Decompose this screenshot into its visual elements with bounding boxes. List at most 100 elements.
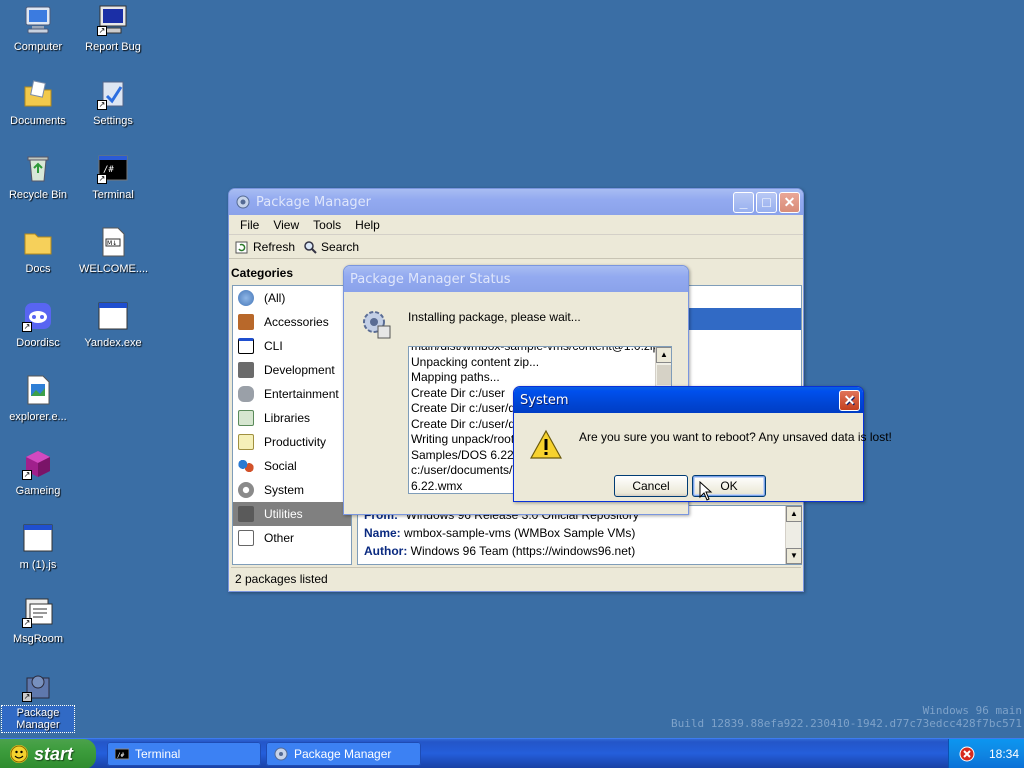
desktop-icon-label: Yandex.exe: [84, 337, 142, 349]
close-icon: ✕: [843, 391, 856, 408]
desktop-icon-settings[interactable]: ↗ Settings: [77, 78, 149, 128]
details-author: Author: Windows 96 Team (https://windows…: [358, 542, 801, 560]
category-libraries[interactable]: Libraries: [233, 406, 351, 430]
folder-icon: [22, 226, 54, 258]
category-social[interactable]: Social: [233, 454, 351, 478]
desktop-icon-msgroom[interactable]: ↗ MsgRoom: [2, 596, 74, 646]
error-notification-icon[interactable]: [959, 746, 975, 762]
taskbar-item-terminal[interactable]: /# Terminal: [107, 742, 261, 766]
smiley-icon: [10, 745, 28, 763]
desktop-icon-report-bug[interactable]: ↗ Report Bug: [77, 4, 149, 54]
cancel-button[interactable]: Cancel: [614, 475, 688, 497]
monitor-icon: ↗: [97, 4, 129, 36]
desktop-icon-doordisc[interactable]: ↗ Doordisc: [2, 300, 74, 350]
task-label: Package Manager: [294, 747, 392, 761]
desktop-icon-label: Settings: [93, 115, 133, 127]
category-system[interactable]: System: [233, 478, 351, 502]
start-button[interactable]: start: [0, 739, 96, 768]
details-scrollbar[interactable]: ▲ ▼: [785, 506, 802, 564]
category-other[interactable]: Other: [233, 526, 351, 550]
scroll-up-button[interactable]: ▲: [786, 506, 802, 522]
category-label: Development: [264, 363, 335, 377]
minimize-button[interactable]: _: [733, 191, 754, 213]
shortcut-arrow-icon: ↗: [22, 618, 32, 628]
image-file-icon: [22, 374, 54, 406]
documents-folder-icon: [22, 78, 54, 110]
desktop-icon-docs[interactable]: Docs: [2, 226, 74, 276]
category-label: CLI: [264, 339, 283, 353]
menu-tools[interactable]: Tools: [306, 218, 348, 232]
menu-help[interactable]: Help: [348, 218, 387, 232]
minimize-icon: _: [739, 193, 748, 210]
desktop-icon-explorer[interactable]: explorer.e...: [2, 374, 74, 424]
search-button[interactable]: Search: [301, 240, 365, 254]
close-icon: ✕: [783, 193, 796, 210]
author-label: Author:: [364, 544, 408, 558]
search-label: Search: [321, 239, 360, 254]
shortcut-arrow-icon: ↗: [97, 26, 107, 36]
status-message: Installing package, please wait...: [408, 310, 581, 324]
desktop-icon-label: Documents: [10, 115, 66, 127]
svg-text:M↓: M↓: [107, 240, 117, 247]
status-dialog-titlebar[interactable]: Package Manager Status: [344, 266, 688, 292]
desktop-icon-label: Report Bug: [85, 41, 141, 53]
desktop-icon-label: Doordisc: [16, 337, 60, 349]
desktop-icon-gameing[interactable]: ↗ Gameing: [2, 448, 74, 498]
category-label: Productivity: [264, 435, 327, 449]
desktop-icon-recycle-bin[interactable]: Recycle Bin: [2, 152, 74, 202]
package-manager-titlebar[interactable]: Package Manager _ □ ✕: [229, 189, 803, 215]
gear-icon: [238, 482, 254, 498]
desktop-icon-label: MsgRoom: [12, 633, 64, 645]
start-label: start: [34, 743, 74, 764]
desktop-icon-terminal[interactable]: /# ↗ Terminal: [77, 152, 149, 202]
menu-file[interactable]: File: [233, 218, 266, 232]
close-button[interactable]: ✕: [779, 191, 800, 213]
chat-icon: ↗: [22, 596, 54, 628]
desktop-icon-computer[interactable]: Computer: [2, 4, 74, 54]
category-cli[interactable]: CLI: [233, 334, 351, 358]
desktop-icon-label: explorer.e...: [9, 411, 67, 423]
shortcut-arrow-icon: ↗: [97, 100, 107, 110]
people-icon: [238, 458, 254, 474]
desktop-icon-yandex[interactable]: Yandex.exe: [77, 300, 149, 350]
close-button[interactable]: ✕: [839, 389, 860, 411]
desktop-icon-label: Package Manager: [1, 705, 75, 733]
system-dialog-titlebar[interactable]: System ✕: [514, 387, 863, 413]
category-all[interactable]: (All): [233, 286, 351, 310]
desktop-icon-m-js[interactable]: m (1).js: [2, 522, 74, 572]
watermark-line-1: Windows 96 main: [922, 704, 1022, 717]
package-manager-icon: ↗: [22, 670, 54, 702]
library-icon: [238, 410, 254, 426]
maximize-button[interactable]: □: [756, 191, 777, 213]
discord-icon: ↗: [22, 300, 54, 332]
category-development[interactable]: Development: [233, 358, 351, 382]
scroll-down-button[interactable]: ▼: [786, 548, 802, 564]
scroll-thumb[interactable]: [657, 365, 671, 385]
system-message: Are you sure you want to reboot? Any uns…: [579, 430, 892, 444]
menu-view[interactable]: View: [266, 218, 306, 232]
clock[interactable]: 18:34: [989, 747, 1019, 761]
name-value: wmbox-sample-vms (WMBox Sample VMs): [404, 526, 636, 540]
desktop-icon-documents[interactable]: Documents: [2, 78, 74, 128]
refresh-label: Refresh: [253, 239, 296, 254]
category-utilities[interactable]: Utilities: [233, 502, 351, 526]
gamepad-icon: [238, 386, 254, 402]
category-entertainment[interactable]: Entertainment: [233, 382, 351, 406]
desktop-icon-label: WELCOME....: [79, 263, 149, 275]
desktop-icon-package-manager[interactable]: ↗ Package Manager: [1, 670, 75, 733]
category-productivity[interactable]: Productivity: [233, 430, 351, 454]
svg-text:/#: /#: [117, 752, 125, 759]
author-value: Windows 96 Team (https://windows96.net): [410, 544, 636, 558]
scroll-up-button[interactable]: ▲: [656, 347, 671, 363]
system-dialog[interactable]: System ✕ Are you sure you want to reboot…: [513, 386, 892, 502]
window-title: Package Manager: [256, 194, 372, 210]
category-label: System: [264, 483, 305, 497]
category-label: Entertainment: [264, 387, 339, 401]
categories-list: (All) Accessories CLI Development Entert…: [232, 285, 352, 565]
refresh-button[interactable]: Refresh: [233, 240, 301, 254]
category-accessories[interactable]: Accessories: [233, 310, 351, 334]
taskbar-item-package-manager[interactable]: Package Manager: [266, 742, 421, 766]
desktop-icon-welcome[interactable]: M↓ WELCOME....: [77, 226, 149, 276]
log-line: Unpacking content zip...: [411, 354, 540, 369]
desktop-icon-label: m (1).js: [19, 559, 57, 571]
